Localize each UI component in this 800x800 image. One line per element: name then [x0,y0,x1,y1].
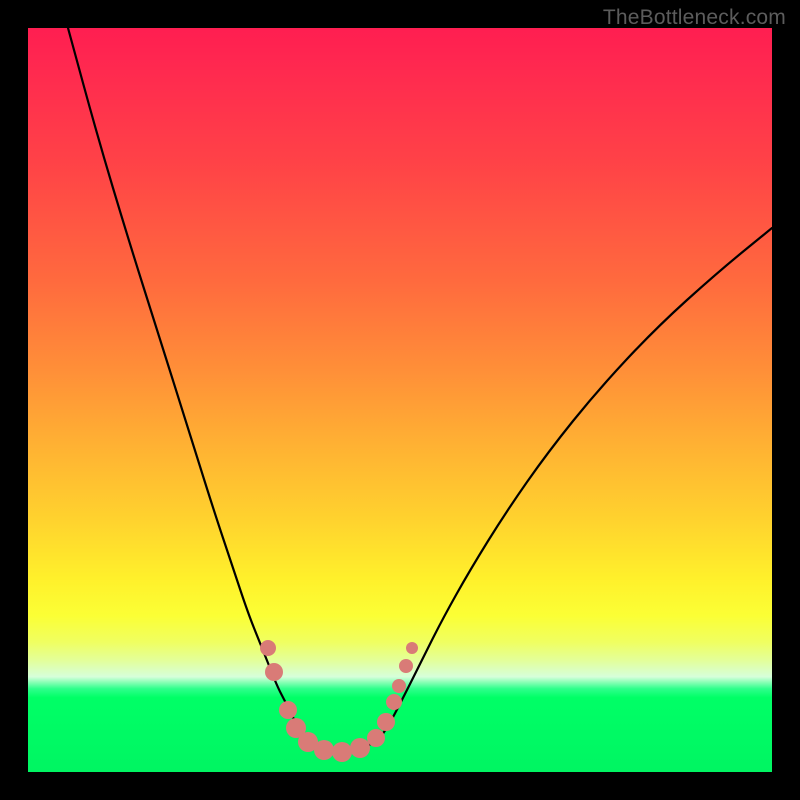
chart-frame: TheBottleneck.com [0,0,800,800]
watermark-text: TheBottleneck.com [603,6,786,30]
data-marker [350,738,370,758]
data-marker [265,663,283,681]
data-marker [406,642,418,654]
data-marker [332,742,352,762]
data-marker [392,679,406,693]
curve-right [380,228,772,738]
curve-left [68,28,306,738]
data-marker [367,729,385,747]
data-marker [260,640,276,656]
data-marker [399,659,413,673]
data-marker [314,740,334,760]
chart-svg [28,28,772,772]
data-marker [279,701,297,719]
data-marker [386,694,402,710]
plot-area [28,28,772,772]
data-marker [377,713,395,731]
